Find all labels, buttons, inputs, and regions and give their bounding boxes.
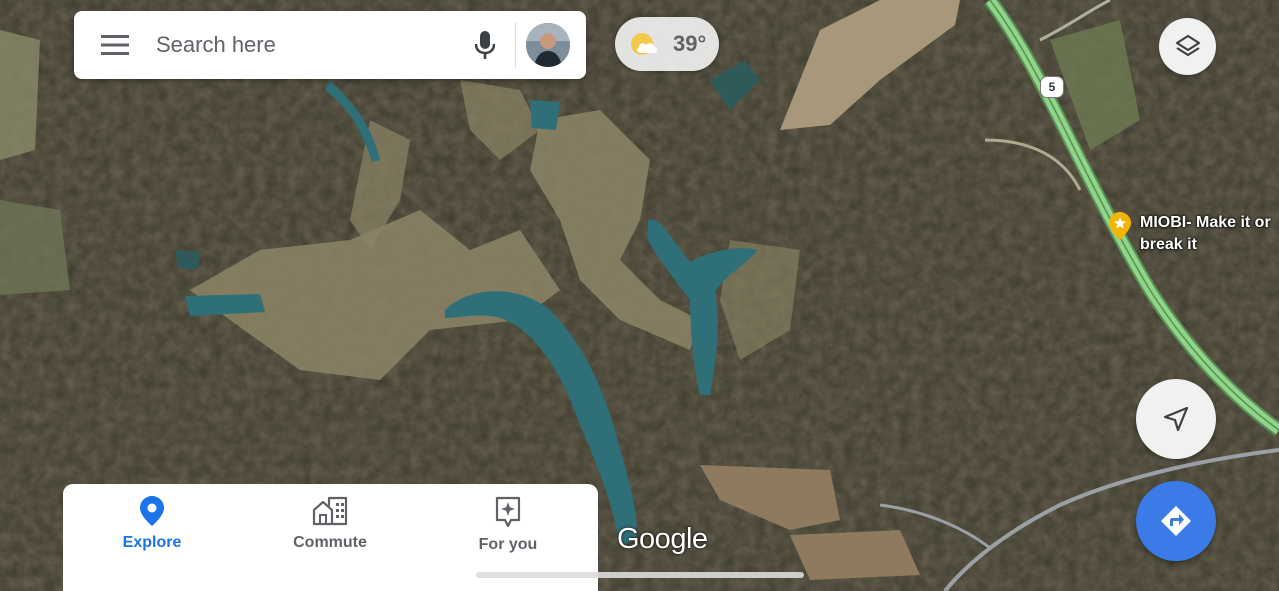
layers-button[interactable]: [1159, 18, 1216, 75]
home-indicator[interactable]: [476, 572, 804, 578]
sparkle-bookmark-icon: [495, 496, 521, 528]
menu-button[interactable]: [74, 11, 156, 79]
route-shield: 5: [1040, 76, 1064, 98]
weather-chip[interactable]: 39°: [615, 17, 719, 71]
voice-search-button[interactable]: [461, 11, 509, 79]
search-bar[interactable]: [74, 11, 586, 79]
my-location-button[interactable]: [1136, 379, 1216, 459]
microphone-icon: [475, 31, 495, 59]
star-pin-icon: [1109, 212, 1131, 240]
weather-temperature: 39°: [673, 31, 707, 56]
tab-explore-label: Explore: [122, 534, 182, 551]
tab-commute[interactable]: Commute: [241, 484, 419, 591]
tab-commute-label: Commute: [293, 534, 367, 551]
account-avatar[interactable]: [526, 23, 570, 67]
poi-marker[interactable]: MIOBI- Make it or break it: [1108, 212, 1279, 256]
navigation-arrow-icon: [1163, 406, 1189, 432]
directions-icon: [1161, 506, 1191, 536]
partly-cloudy-moon-icon: [631, 33, 658, 55]
commute-buildings-icon: [312, 496, 348, 526]
location-pin-icon: [140, 496, 164, 526]
hamburger-menu-icon: [101, 35, 129, 55]
layers-icon: [1175, 34, 1200, 56]
search-divider: [515, 22, 516, 68]
tab-explore[interactable]: Explore: [63, 484, 241, 591]
search-input[interactable]: [156, 25, 461, 65]
directions-button[interactable]: [1136, 481, 1216, 561]
avatar-photo: [526, 23, 570, 67]
tab-for-you-label: For you: [478, 536, 538, 553]
google-attribution: Google: [617, 523, 708, 555]
poi-label: MIOBI- Make it or break it: [1140, 214, 1271, 253]
